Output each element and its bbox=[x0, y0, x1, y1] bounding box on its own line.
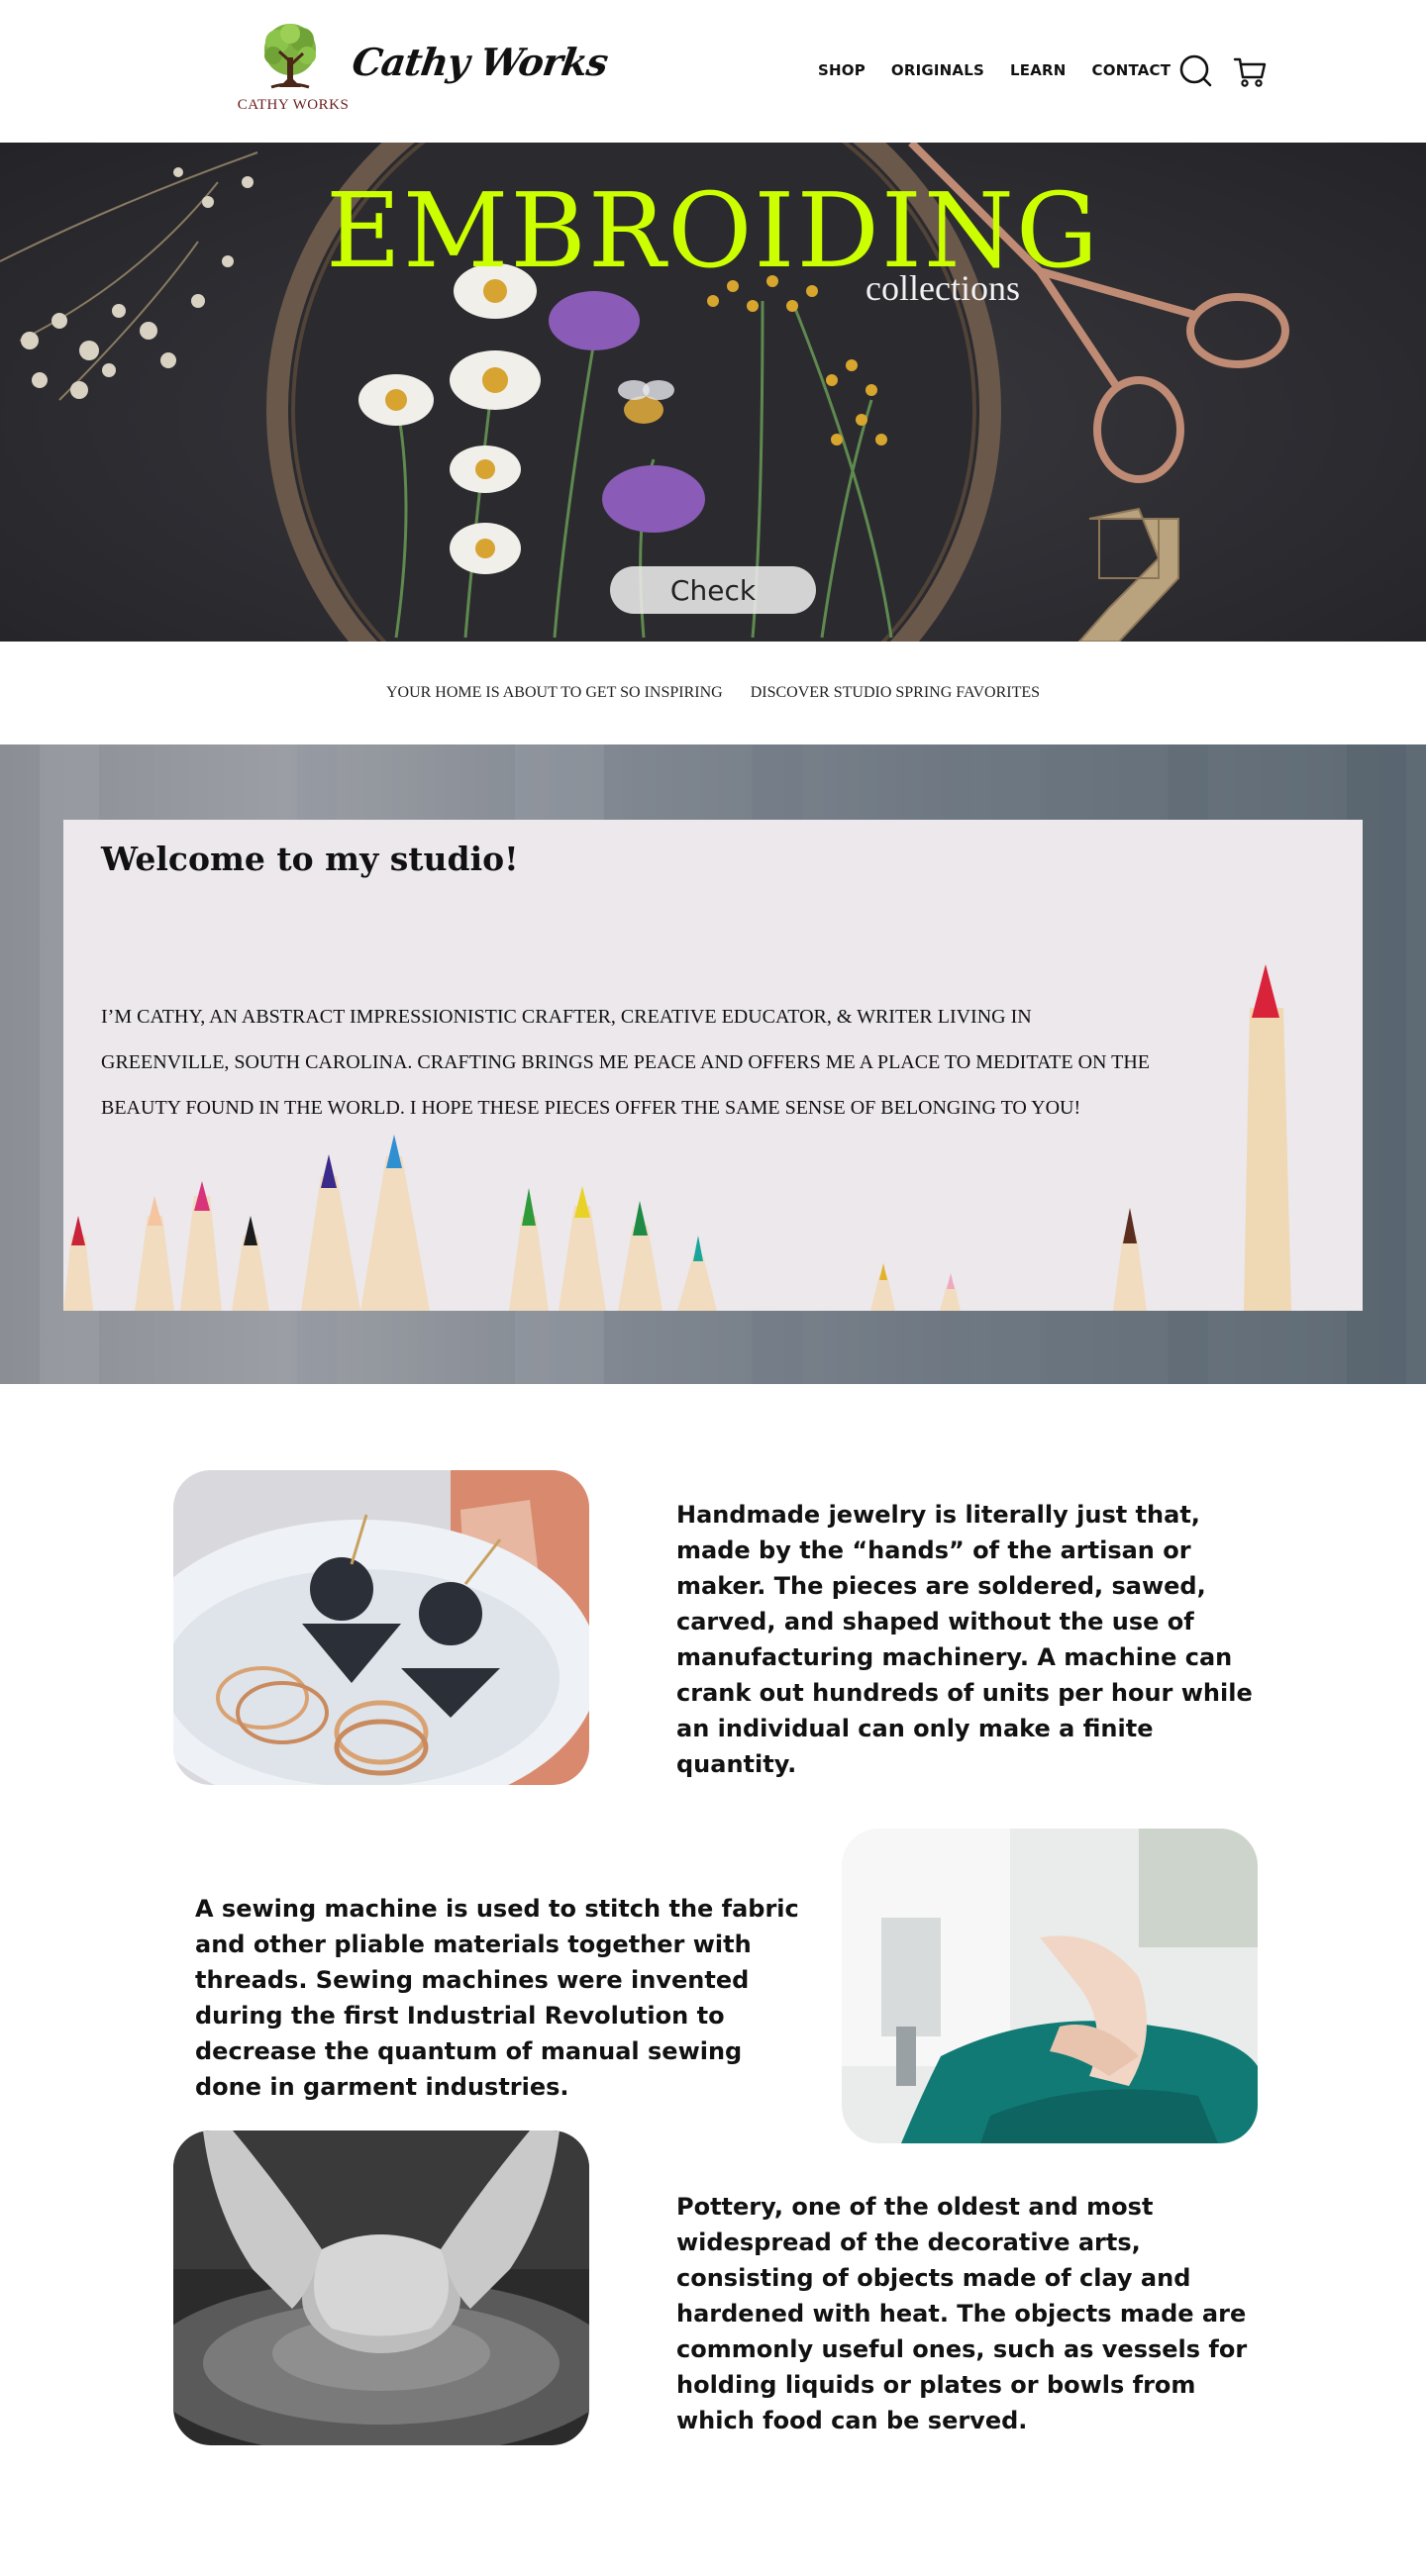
pottery-description: Pottery, one of the oldest and most wide… bbox=[676, 2193, 1248, 2434]
nav-shop[interactable]: SHOP bbox=[818, 61, 866, 79]
search-icon[interactable] bbox=[1176, 51, 1216, 91]
logo[interactable]: CATHY WORKS bbox=[234, 22, 353, 121]
main-nav: SHOP ORIGINALS LEARN CONTACT bbox=[818, 61, 1196, 79]
cart-icon[interactable] bbox=[1231, 51, 1271, 91]
studio-title: Welcome to my studio! bbox=[101, 840, 519, 878]
studio-section: Welcome to my studio! I’M CATHY, AN ABST… bbox=[0, 744, 1426, 1384]
brand-name[interactable]: Cathy Works bbox=[350, 40, 610, 84]
site-header: CATHY WORKS Cathy Works SHOP ORIGINALS L… bbox=[0, 0, 1426, 143]
sewing-machine-image bbox=[842, 1829, 1258, 2143]
tree-logo-icon bbox=[264, 24, 316, 89]
studio-intro-text: I’M CATHY, AN ABSTRACT IMPRESSIONISTIC C… bbox=[101, 1006, 1151, 1119]
promo-link-spring-favorites[interactable]: DISCOVER STUDIO SPRING FAVORITES bbox=[751, 684, 1040, 702]
welcome-card: Welcome to my studio! I’M CATHY, AN ABST… bbox=[63, 820, 1363, 1311]
check-button[interactable]: Check bbox=[610, 566, 816, 614]
promo-strip: YOUR HOME IS ABOUT TO GET SO INSPIRING D… bbox=[0, 642, 1426, 744]
jewelry-image bbox=[173, 1470, 589, 1785]
hero-title: EMBROIDING bbox=[325, 170, 1101, 291]
nav-contact[interactable]: CONTACT bbox=[1092, 61, 1171, 79]
logo-caption: CATHY WORKS bbox=[237, 97, 350, 113]
hero-banner: EMBROIDING collections Check bbox=[0, 143, 1426, 642]
nav-originals[interactable]: ORIGINALS bbox=[891, 61, 984, 79]
pottery-image bbox=[173, 2130, 589, 2445]
nav-learn[interactable]: LEARN bbox=[1010, 61, 1067, 79]
hero-subtitle: collections bbox=[866, 268, 1020, 308]
promo-link-inspiring[interactable]: YOUR HOME IS ABOUT TO GET SO INSPIRING bbox=[386, 684, 723, 702]
jewelry-description: Handmade jewelry is literally just that,… bbox=[676, 1501, 1253, 1778]
sewing-description: A sewing machine is used to stitch the f… bbox=[195, 1895, 799, 2101]
